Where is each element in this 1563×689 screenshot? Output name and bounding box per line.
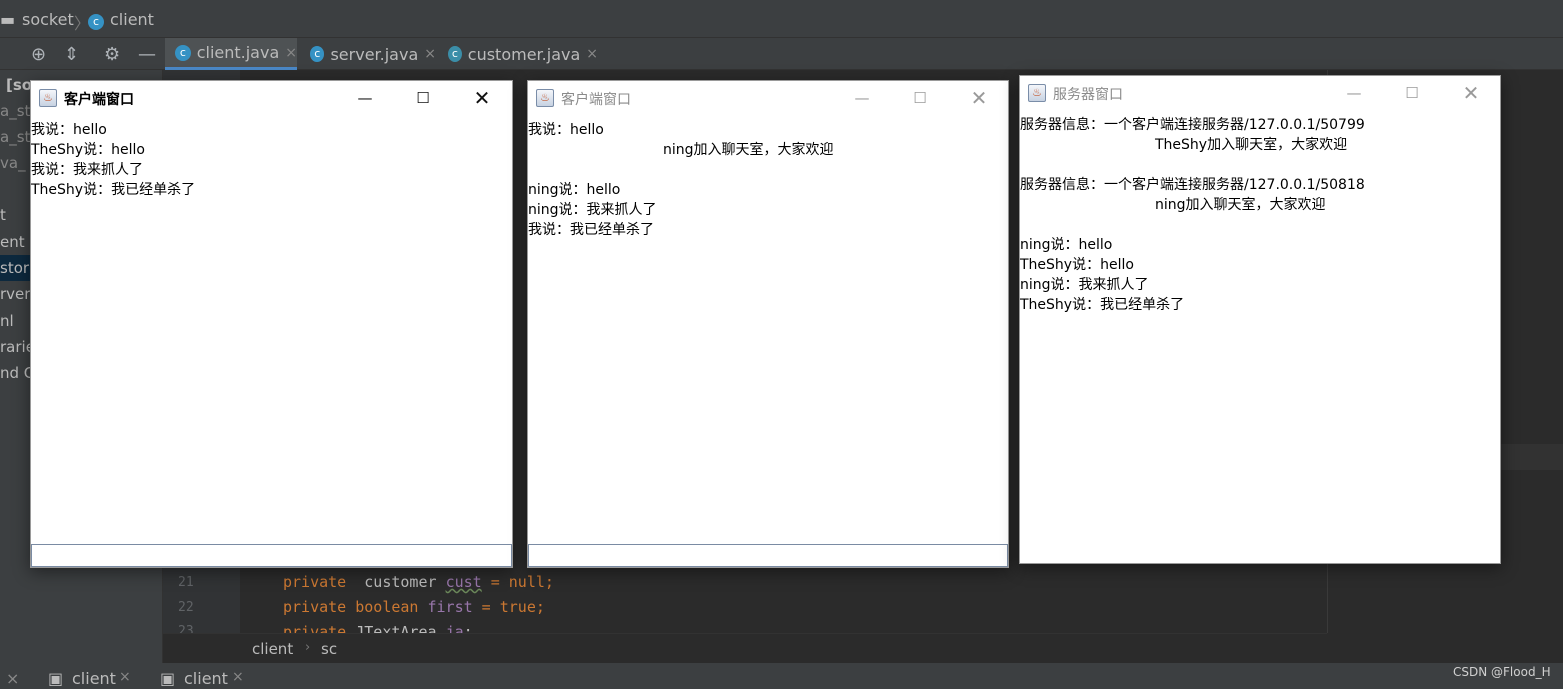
code-line: private customer cust = null; [283,573,554,591]
minimize-icon[interactable]: — [1331,76,1377,110]
code-line: private JTextArea ja; [283,623,473,633]
log-line: ning加入聊天室，大家欢迎 [1155,197,1326,213]
maximize-icon[interactable]: ☐ [400,81,446,115]
message-input[interactable] [528,544,1008,567]
java-cup-icon: ♨ [536,89,554,107]
chat-line: ning加入聊天室，大家欢迎 [663,142,834,158]
close-icon[interactable]: ✕ [459,81,505,115]
line-number: 23 [178,624,194,633]
chat-line: 我说：我来抓人了 [31,162,143,178]
maximize-icon[interactable]: ☐ [1389,76,1435,110]
run-tab-icon: ▣ [48,669,64,688]
close-icon[interactable]: × [424,46,436,62]
close-icon[interactable]: × [285,45,297,61]
close-icon[interactable]: ✕ [1448,76,1494,110]
tab-label: server.java [330,44,419,64]
editor-toolbar: ⊕ ⇕ ⚙ — c client.java × c server.java × … [0,38,1563,70]
log-line: TheShy说：我已经单杀了 [1020,297,1185,313]
tab-server-java[interactable]: c server.java × [300,38,436,70]
tab-label: client.java [196,43,280,62]
minimize-icon[interactable]: — [839,81,885,115]
close-icon[interactable]: × [119,669,131,685]
gear-icon[interactable]: ⚙ [104,44,120,65]
class-icon: c [88,10,110,30]
breadcrumb-file[interactable]: client [110,10,154,29]
chat-line: TheShy说：hello [31,142,145,158]
java-class-icon: c [448,46,462,62]
log-line: 服务器信息：一个客户端连接服务器/127.0.0.1/50818 [1020,177,1365,193]
run-tab-icon: ▣ [160,669,176,688]
tab-label: customer.java [467,44,581,64]
chat-line: 我说：hello [528,122,604,138]
close-icon[interactable]: × [586,46,598,62]
window-titlebar[interactable]: ♨ 客户端窗口 — ☐ ✕ [31,81,512,115]
tab-client-java[interactable]: c client.java × [165,38,297,70]
chat-line: 我说：hello [31,122,107,138]
message-input[interactable] [31,544,512,567]
close-icon[interactable]: ✕ [956,81,1002,115]
log-line: TheShy说：hello [1020,257,1134,273]
client-window-2: ♨ 客户端窗口 — ☐ ✕ 我说：hello ning加入聊天室，大家欢迎 ni… [527,80,1009,568]
ide-breadcrumb-bar: ▬ socket 〉 c client [0,0,1563,38]
close-icon[interactable]: × [232,669,244,685]
window-titlebar[interactable]: ♨ 客户端窗口 — ☐ ✕ [528,81,1008,115]
chat-line: ning说：hello [528,182,621,198]
chat-line: ning说：我来抓人了 [528,202,657,218]
window-title: 客户端窗口 [64,92,134,108]
watermark: CSDN @Flood_H [1453,665,1551,679]
log-line: 服务器信息：一个客户端连接服务器/127.0.0.1/50799 [1020,117,1365,133]
editor-breadcrumb: client › sc [163,633,1327,663]
java-class-icon: c [310,46,325,62]
window-titlebar[interactable]: ♨ 服务器窗口 — ☐ ✕ [1020,76,1500,110]
java-class-icon: c [175,44,191,61]
breadcrumb-project[interactable]: socket [22,10,74,29]
close-icon[interactable]: × [6,669,19,688]
chat-line: 我说：我已经单杀了 [528,222,654,238]
collapse-icon[interactable]: ⇕ [64,44,79,65]
hide-icon[interactable]: — [138,44,156,65]
client-window-1: ♨ 客户端窗口 — ☐ ✕ 我说：hello TheShy说：hello 我说：… [30,80,513,568]
java-cup-icon: ♨ [1028,84,1046,102]
chevron-right-icon: › [305,640,311,655]
maximize-icon[interactable]: ☐ [897,81,943,115]
run-tool-bar: × ▣ client × ▣ client × [0,663,1563,689]
log-line: TheShy加入聊天室，大家欢迎 [1155,137,1348,153]
chat-line: TheShy说：我已经单杀了 [31,182,196,198]
tab-customer-java[interactable]: c customer.java × [438,38,598,70]
log-line: ning说：hello [1020,237,1113,253]
window-title: 客户端窗口 [561,92,631,108]
minimize-icon[interactable]: — [342,81,388,115]
window-title: 服务器窗口 [1053,87,1123,103]
line-number: 22 [178,600,194,615]
folder-icon: ▬ [0,10,16,29]
locate-icon[interactable]: ⊕ [31,44,46,65]
editor-breadcrumb-class[interactable]: client [252,640,293,658]
code-line: private boolean first = true; [283,598,545,616]
server-window: ♨ 服务器窗口 — ☐ ✕ 服务器信息：一个客户端连接服务器/127.0.0.1… [1019,75,1501,564]
java-cup-icon: ♨ [39,89,57,107]
editor-breadcrumb-member[interactable]: sc [321,640,337,658]
run-tab-client-2[interactable]: client [184,669,228,688]
line-number: 21 [178,575,194,590]
run-tab-client-1[interactable]: client [72,669,116,688]
log-line: ning说：我来抓人了 [1020,277,1149,293]
